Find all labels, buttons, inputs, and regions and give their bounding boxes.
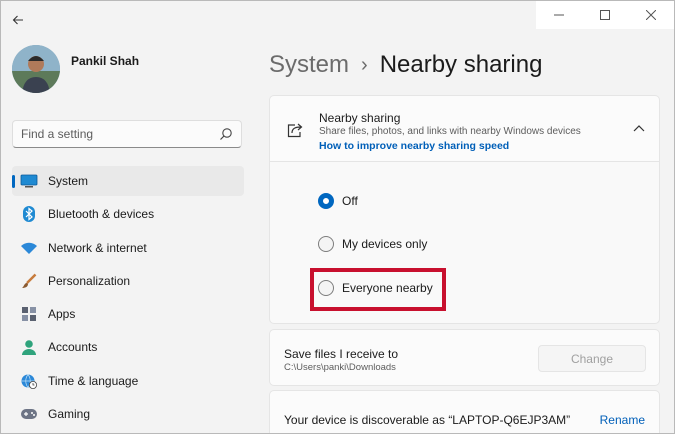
breadcrumb-parent[interactable]: System: [269, 51, 349, 79]
sidebar-item-network[interactable]: Network & internet: [12, 233, 244, 263]
chevron-up-icon[interactable]: [633, 124, 645, 132]
user-name: Pankil Shah: [71, 54, 140, 68]
page-title: Nearby sharing: [379, 51, 543, 78]
rename-link[interactable]: Rename: [600, 413, 645, 427]
maximize-button[interactable]: [582, 1, 628, 29]
settings-window: Pankil Shah System Bluetooth & devices N…: [0, 0, 675, 434]
back-arrow-icon: [12, 15, 23, 25]
radio-option-my-devices[interactable]: My devices only: [318, 236, 427, 252]
sidebar-item-label: Time & language: [48, 373, 139, 388]
save-location-path: C:\Users\panki\Downloads: [284, 362, 396, 373]
title-bar: [1, 1, 674, 41]
discoverable-card: Your device is discoverable as “LAPTOP-Q…: [269, 390, 660, 433]
nearby-sharing-help-link[interactable]: How to improve nearby sharing speed: [319, 140, 509, 152]
back-button[interactable]: [7, 9, 29, 31]
sidebar-item-system[interactable]: System: [12, 166, 244, 196]
device-name-text: Your device is discoverable as “LAPTOP-Q…: [284, 413, 571, 427]
sidebar-item-bluetooth[interactable]: Bluetooth & devices: [12, 199, 244, 229]
sidebar-item-gaming[interactable]: Gaming: [12, 399, 244, 429]
minimize-button[interactable]: [536, 1, 582, 29]
sidebar-item-accounts[interactable]: Accounts: [12, 332, 244, 362]
minimize-icon: [554, 14, 564, 16]
close-icon: [646, 10, 656, 20]
share-icon: [287, 123, 303, 138]
avatar: [12, 45, 60, 93]
user-profile[interactable]: Pankil Shah: [12, 45, 139, 93]
sidebar-item-label: Personalization: [48, 273, 131, 288]
sidebar-item-label: Gaming: [48, 407, 91, 422]
sidebar-item-label: Apps: [48, 307, 76, 322]
gamepad-icon: [20, 406, 38, 422]
apps-icon: [20, 306, 38, 322]
change-button[interactable]: Change: [538, 345, 646, 372]
sidebar-item-label: System: [48, 174, 89, 188]
breadcrumb-separator: ›: [361, 53, 368, 76]
radio-option-off[interactable]: Off: [318, 193, 358, 209]
nearby-sharing-title: Nearby sharing: [319, 111, 401, 125]
sidebar-item-time-language[interactable]: Time & language: [12, 366, 244, 396]
close-button[interactable]: [628, 1, 674, 29]
maximize-icon: [600, 10, 610, 20]
search-input[interactable]: [13, 121, 211, 147]
save-location-title: Save files I receive to: [284, 347, 399, 361]
brush-icon: [20, 273, 38, 289]
breadcrumb: System › Nearby sharing: [269, 51, 542, 79]
wifi-icon: [20, 240, 38, 256]
radio-label: Off: [342, 194, 358, 208]
sidebar-item-apps[interactable]: Apps: [12, 299, 244, 329]
sidebar-item-label: Network & internet: [48, 240, 147, 255]
window-controls: [536, 1, 674, 29]
sidebar-item-label: Accounts: [48, 340, 98, 355]
radio-label: My devices only: [342, 237, 428, 251]
monitor-icon: [20, 173, 38, 189]
radio-button[interactable]: [318, 236, 334, 252]
sidebar-nav: System Bluetooth & devices Network & int…: [12, 166, 244, 432]
sidebar-item-label: Bluetooth & devices: [48, 207, 155, 222]
save-location-card: Save files I receive to C:\Users\panki\D…: [269, 329, 660, 386]
nearby-sharing-description: Share files, photos, and links with near…: [319, 126, 581, 137]
account-icon: [20, 339, 38, 356]
bluetooth-icon: [20, 206, 38, 223]
highlight-box: [310, 268, 446, 311]
radio-button[interactable]: [318, 193, 334, 209]
search-box[interactable]: [12, 120, 242, 148]
nearby-sharing-header[interactable]: Nearby sharing Share files, photos, and …: [269, 95, 660, 162]
search-icon[interactable]: [219, 127, 233, 141]
globe-clock-icon: [20, 373, 38, 389]
sidebar-item-personalization[interactable]: Personalization: [12, 266, 244, 296]
